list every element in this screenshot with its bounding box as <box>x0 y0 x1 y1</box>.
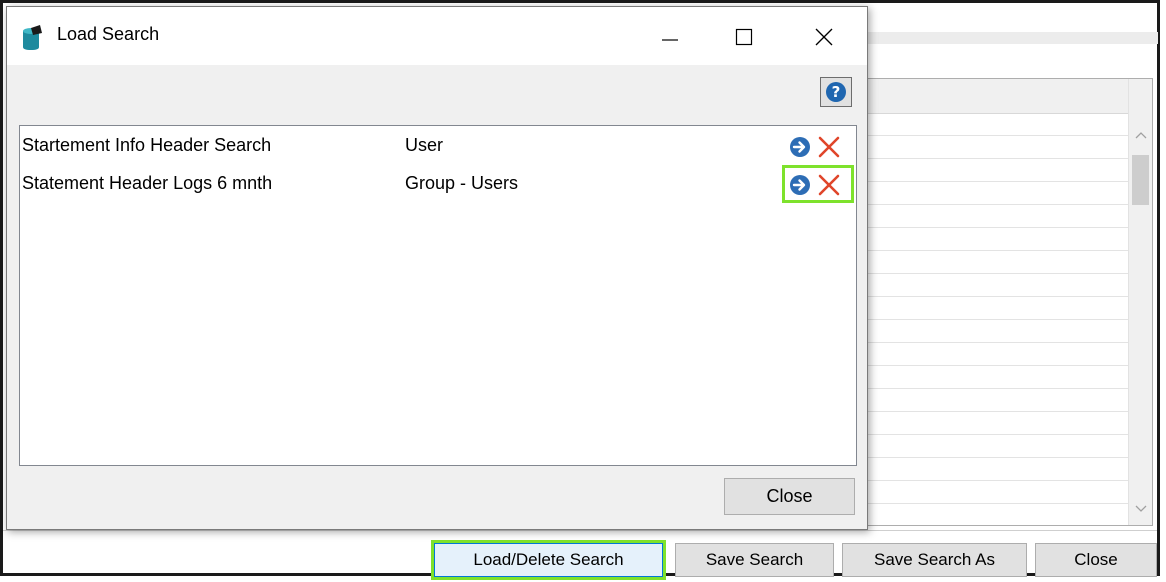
list-item[interactable]: Startement Info Header Search User <box>20 132 856 158</box>
list-item[interactable]: Statement Header Logs 6 mnth Group - Use… <box>20 165 856 203</box>
vertical-scrollbar[interactable] <box>1128 79 1152 525</box>
arrow-right-circle-icon[interactable] <box>789 174 811 196</box>
scroll-up-arrow-icon[interactable] <box>1129 125 1152 147</box>
search-name: Statement Header Logs 6 mnth <box>22 173 273 193</box>
save-search-button[interactable]: Save Search <box>675 543 834 577</box>
background-close-button[interactable]: Close <box>1035 543 1157 577</box>
minimize-icon <box>662 39 678 41</box>
red-x-icon[interactable] <box>817 135 841 159</box>
load-search-dialog: Load Search ? Startement Info Header Sea… <box>6 6 868 530</box>
dialog-title: Load Search <box>57 24 160 44</box>
close-icon <box>815 28 833 46</box>
scroll-down-arrow-icon[interactable] <box>1129 499 1152 521</box>
question-mark-icon: ? <box>826 82 846 102</box>
row-actions <box>789 134 847 158</box>
database-icon <box>21 25 43 51</box>
arrow-right-circle-icon[interactable] <box>789 136 811 158</box>
background-divider <box>3 530 1157 531</box>
screen: Load/Delete Search Save Search Save Sear… <box>0 0 1166 582</box>
red-x-icon[interactable] <box>817 173 841 197</box>
maximize-icon <box>735 28 753 46</box>
dialog-close-button[interactable]: Close <box>724 478 855 515</box>
search-owner: User <box>405 135 444 155</box>
help-button[interactable]: ? <box>820 77 852 107</box>
saved-searches-list[interactable]: Startement Info Header Search User State… <box>19 125 857 466</box>
svg-text:?: ? <box>832 83 841 101</box>
background-header-strip <box>868 32 1158 44</box>
save-search-as-button[interactable]: Save Search As <box>842 543 1027 577</box>
background-grid-header <box>867 79 1129 114</box>
background-results-grid <box>866 78 1153 526</box>
search-owner: Group - Users <box>405 173 519 193</box>
minimize-button[interactable] <box>642 15 698 59</box>
row-actions-highlighted <box>782 165 854 203</box>
background-grid-rows <box>867 113 1129 525</box>
maximize-button[interactable] <box>716 15 772 59</box>
window-close-button[interactable] <box>796 15 852 59</box>
load-delete-search-button[interactable]: Load/Delete Search <box>431 540 666 580</box>
search-name: Startement Info Header Search <box>22 135 272 155</box>
dialog-titlebar[interactable]: Load Search <box>7 7 867 65</box>
scrollbar-thumb[interactable] <box>1132 155 1149 205</box>
